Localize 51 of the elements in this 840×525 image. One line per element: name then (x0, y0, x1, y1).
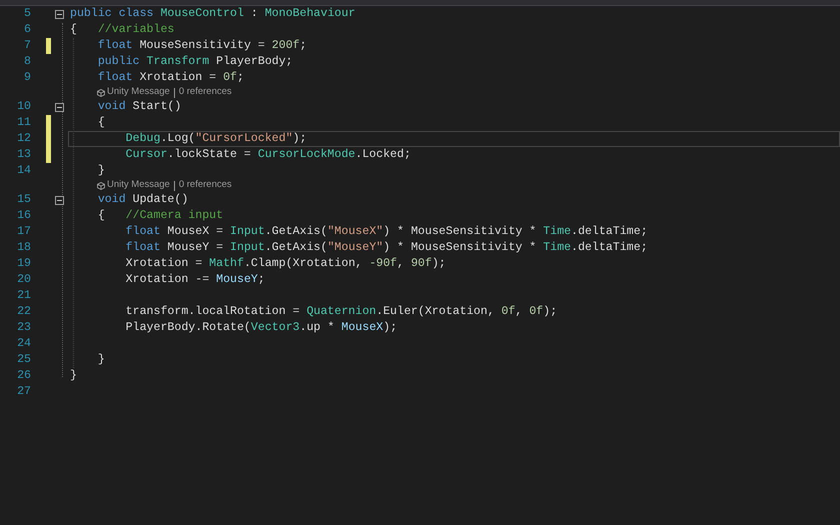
line-number: 16 (16, 208, 31, 224)
cube-icon (97, 182, 105, 190)
collapse-icon[interactable] (55, 10, 64, 18)
line-number: 25 (16, 352, 31, 368)
line-number: 6 (23, 22, 31, 38)
code-line: Cursor.lockState = CursorLockMode.Locked; (124, 147, 412, 163)
line-number: 18 (16, 240, 31, 256)
code-line: float MouseSensitivity = 200f; (96, 38, 308, 54)
collapse-icon[interactable] (55, 102, 64, 112)
code-line: Xrotation = Mathf.Clamp(Xrotation, -90f, 90f); (124, 256, 447, 272)
code-line: float MouseX = Input.GetAxis("MouseX") * MouseSensitivity * Time.deltaTime; (124, 224, 649, 240)
code-line: void Start() (96, 99, 182, 115)
line-number: 13 (16, 147, 31, 164)
line-number: 21 (16, 288, 31, 304)
codelens-link[interactable]: 0 references (178, 85, 232, 100)
line-number: 12 (16, 131, 31, 148)
line-number: 23 (16, 320, 31, 336)
line-number: 7 (23, 38, 31, 54)
code-line: Xrotation -= MouseY; (124, 272, 266, 288)
line-number: 26 (16, 368, 31, 384)
code-line: } (69, 368, 78, 384)
code-line: public Transform PlayerBody; (96, 54, 294, 70)
line-number: 27 (16, 384, 31, 400)
code-line: float MouseY = Input.GetAxis("MouseY") * MouseSensitivity * Time.deltaTime; (124, 240, 649, 256)
line-number: 14 (16, 163, 31, 180)
line-number: 17 (16, 224, 31, 240)
line-number: 15 (16, 192, 31, 208)
code-line: } (96, 163, 106, 179)
line-number: 8 (23, 54, 31, 70)
code-line: } (96, 352, 106, 368)
code-line: float Xrotation = 0f; (96, 70, 245, 86)
code-line: { //variables (69, 22, 176, 38)
code-line: { //Camera input (96, 208, 224, 224)
code-line: { (96, 115, 106, 131)
line-number: 11 (16, 115, 31, 132)
code-line: transform.localRotation = Quaternion.Euler(Xrotation, 0f, 0f); (124, 304, 558, 320)
codelens-link[interactable]: 0 references (178, 178, 232, 193)
code-line: public class MouseControl : MonoBehaviour (69, 6, 356, 22)
line-number: 19 (16, 256, 31, 272)
code-line: PlayerBody.Rotate(Vector3.up * MouseX); (124, 320, 398, 336)
cube-icon (97, 88, 105, 96)
line-number: 20 (16, 272, 31, 288)
line-number: 22 (16, 304, 31, 320)
line-number: 9 (23, 70, 31, 86)
line-number: 24 (16, 336, 31, 352)
codelens-link[interactable]: Unity Message (107, 85, 170, 100)
codelens-link[interactable]: Unity Message (107, 178, 170, 193)
code-line: void Update() (96, 192, 190, 208)
line-number: 5 (23, 6, 31, 22)
line-number: 10 (16, 99, 31, 116)
collapse-icon[interactable] (55, 196, 64, 204)
